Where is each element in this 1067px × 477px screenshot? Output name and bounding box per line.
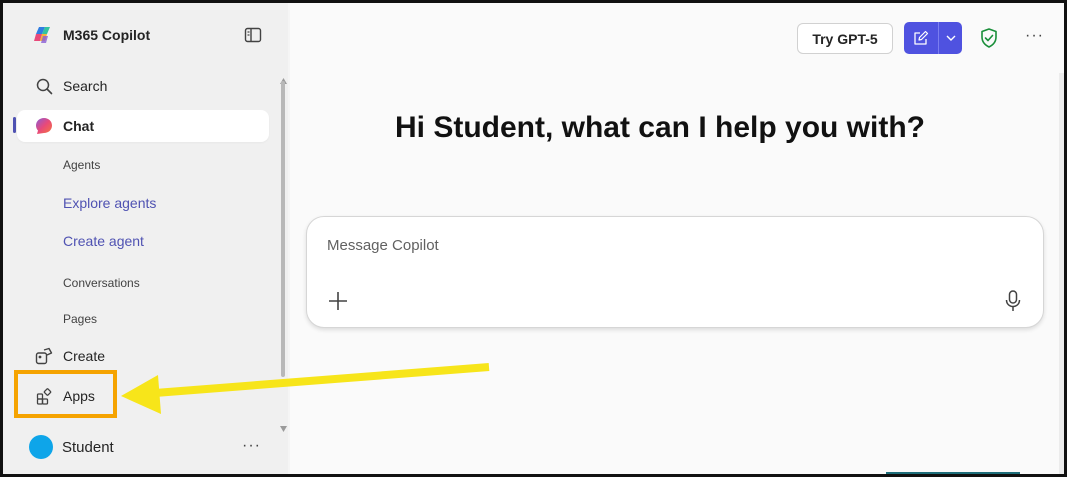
sidebar-item-search[interactable]: Search: [17, 70, 269, 102]
sidebar-item-chat[interactable]: Chat: [17, 110, 269, 142]
explore-agents-link[interactable]: Explore agents: [63, 195, 156, 211]
more-options-button[interactable]: ···: [1025, 27, 1044, 45]
create-agent-link[interactable]: Create agent: [63, 233, 144, 249]
new-chat-split-button[interactable]: [904, 22, 962, 54]
scroll-up-arrow[interactable]: [280, 71, 287, 84]
sidebar-item-label: Search: [63, 78, 108, 94]
plus-icon[interactable]: [328, 291, 348, 311]
sidebar-item-label: Chat: [63, 118, 95, 134]
pages-section-label[interactable]: Pages: [63, 312, 97, 326]
chat-icon: [35, 117, 53, 135]
copilot-logo-icon: [33, 25, 53, 45]
user-more-options[interactable]: ···: [242, 437, 261, 455]
apps-highlight-box: [14, 370, 117, 418]
create-icon: [35, 347, 53, 365]
sidebar-toggle-icon[interactable]: [244, 27, 262, 43]
app-title: M365 Copilot: [63, 27, 151, 43]
greeting-heading: Hi Student, what can I help you with?: [394, 111, 925, 144]
new-chat-icon[interactable]: [904, 22, 939, 54]
conversations-section-label[interactable]: Conversations: [63, 276, 140, 290]
sidebar-item-label: Create: [63, 348, 106, 364]
try-gpt5-button[interactable]: Try GPT-5: [797, 23, 893, 54]
app-header: M365 Copilot: [33, 25, 150, 45]
window: M365 Copilot Search Chat Agents Explore …: [0, 0, 1067, 477]
message-composer[interactable]: Message Copilot: [306, 216, 1044, 328]
search-icon: [35, 77, 53, 95]
user-name: Student: [62, 438, 114, 456]
shield-check-icon[interactable]: [980, 28, 998, 48]
bottom-indicator-line: [886, 472, 1020, 474]
main-panel: Try GPT-5 ··· Hi Student, what can I hel…: [290, 3, 1064, 474]
scroll-down-arrow[interactable]: [280, 419, 287, 432]
main-scrollbar[interactable]: [1059, 73, 1064, 474]
message-input[interactable]: Message Copilot: [327, 237, 439, 254]
active-indicator: [13, 117, 16, 133]
avatar: [29, 435, 53, 459]
agents-section-label: Agents: [63, 158, 101, 172]
sidebar-item-create[interactable]: Create: [17, 340, 269, 372]
chevron-down-icon[interactable]: [939, 22, 962, 54]
sidebar: M365 Copilot Search Chat Agents Explore …: [3, 3, 288, 474]
user-profile[interactable]: Student: [29, 435, 114, 459]
microphone-icon[interactable]: [1005, 290, 1021, 312]
sidebar-scrollbar-thumb[interactable]: [281, 81, 285, 377]
